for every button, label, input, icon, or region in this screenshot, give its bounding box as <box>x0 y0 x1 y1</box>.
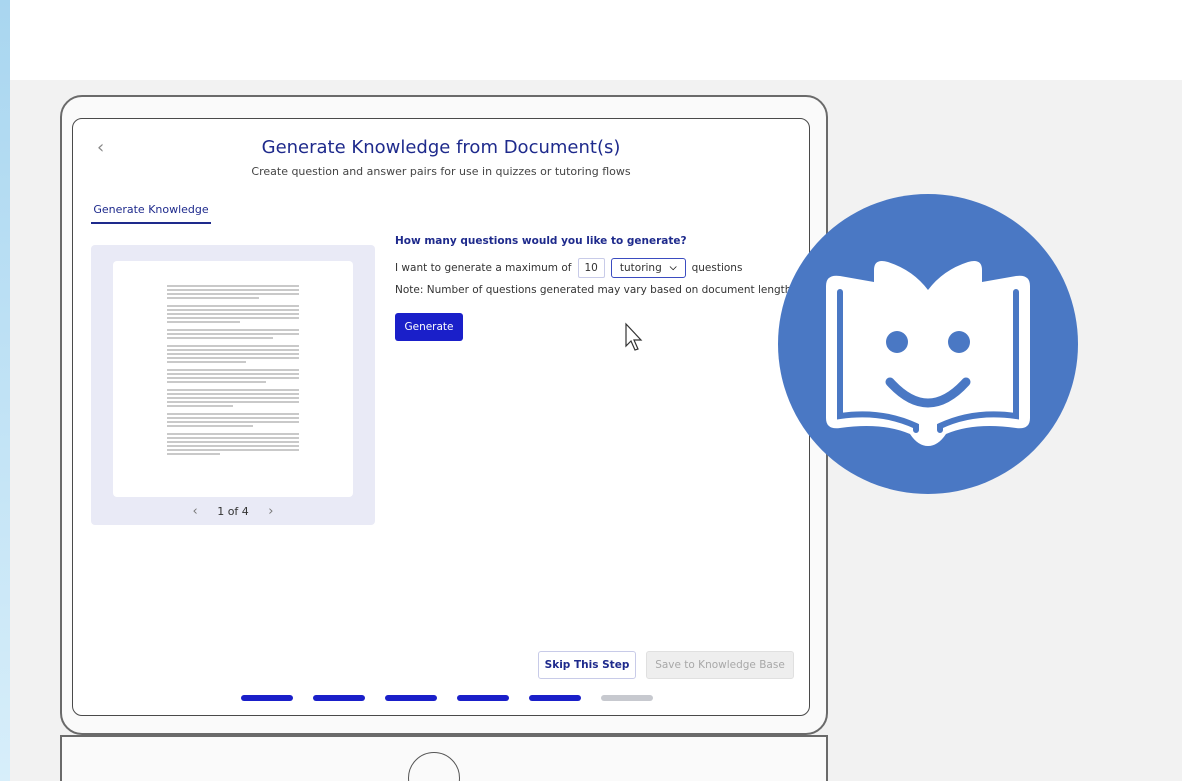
count-suffix: questions <box>691 262 743 274</box>
count-prefix: I want to generate a maximum of <box>395 262 572 274</box>
step-progress <box>241 695 653 701</box>
document-page-thumbnail <box>113 261 353 497</box>
chevron-down-icon: ⌵ <box>669 263 677 273</box>
app-screen: ‹ Generate Knowledge from Document(s) Cr… <box>72 118 810 716</box>
progress-step-done <box>529 695 581 701</box>
page-subtitle: Create question and answer pairs for use… <box>251 165 631 178</box>
progress-step-pending <box>601 695 653 701</box>
skip-step-button[interactable]: Skip This Step <box>538 651 636 679</box>
prev-page-chevron-icon[interactable]: ‹ <box>193 504 198 519</box>
progress-step-done <box>241 695 293 701</box>
question-count-row: I want to generate a maximum of 10 tutor… <box>395 258 742 278</box>
document-preview-panel: ‹ 1 of 4 › <box>91 245 375 525</box>
background-left-edge <box>0 0 10 781</box>
page-title: Generate Knowledge from Document(s) <box>261 137 621 158</box>
progress-step-done <box>457 695 509 701</box>
smiling-open-book-icon <box>778 194 1078 494</box>
question-count-input[interactable]: 10 <box>577 258 605 278</box>
question-heading: How many questions would you like to gen… <box>395 235 687 247</box>
next-page-chevron-icon[interactable]: › <box>268 504 273 519</box>
save-to-knowledge-base-button: Save to Knowledge Base <box>646 651 794 679</box>
question-type-value: tutoring <box>619 262 662 274</box>
page-indicator: 1 of 4 <box>217 505 249 518</box>
top-white-strip <box>10 0 1182 80</box>
progress-step-done <box>313 695 365 701</box>
generation-note: Note: Number of questions generated may … <box>395 284 795 296</box>
mouse-pointer-icon <box>625 322 643 351</box>
tab-generate-knowledge[interactable]: Generate Knowledge <box>91 203 211 224</box>
progress-step-done <box>385 695 437 701</box>
generate-button[interactable]: Generate <box>395 313 463 341</box>
page-pager: ‹ 1 of 4 › <box>91 504 375 519</box>
question-type-select[interactable]: tutoring ⌵ <box>610 258 686 278</box>
